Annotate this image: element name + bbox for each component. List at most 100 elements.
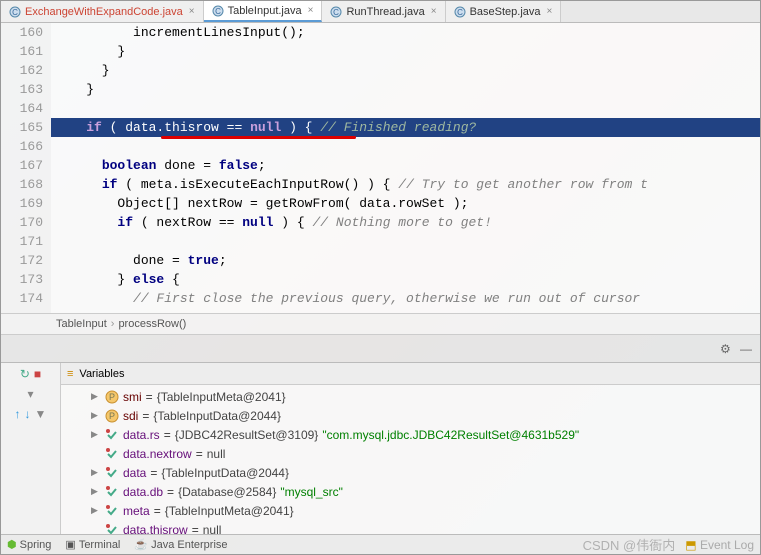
code-line [51,137,760,156]
watch-icon [105,447,119,461]
watermark: CSDN @伟衙内 [583,535,676,554]
var-value: {TableInputData@2044} [161,466,289,480]
var-string: "mysql_src" [280,485,343,499]
line-number: 165 [1,118,43,137]
param-icon: P [105,409,119,423]
watch-icon [105,428,119,442]
code-line [51,232,760,251]
settings-icon[interactable]: ⚙ [720,342,734,356]
line-number: 160 [1,23,43,42]
expand-arrow-icon[interactable]: ▶ [91,429,101,440]
equals: = [142,409,149,423]
variable-row[interactable]: ▶Psmi = {TableInputMeta@2041} [61,387,760,406]
variable-row[interactable]: data.thisrow = null [61,520,760,534]
var-value: null [203,523,222,535]
variables-tree[interactable]: ▶Psmi = {TableInputMeta@2041}▶Psdi = {Ta… [61,385,760,534]
code-line: Object[] nextRow = getRowFrom( data.rowS… [51,194,760,213]
breadcrumb-item[interactable]: TableInput [56,318,107,330]
stop-icon[interactable]: ■ [34,367,41,381]
var-name: data.rs [123,428,160,442]
minimize-icon[interactable]: — [740,342,754,356]
var-value: {Database@2584} [178,485,276,499]
editor-tabs: C ExchangeWithExpandCode.java × C TableInput… [1,1,760,23]
chevron-down-icon[interactable]: ▾ [27,387,33,401]
var-value: {JDBC42ResultSet@3109} [175,428,319,442]
close-icon[interactable]: × [308,5,314,16]
line-number: 166 [1,137,43,156]
variable-row[interactable]: ▶data = {TableInputData@2044} [61,463,760,482]
var-name: sdi [123,409,138,423]
breadcrumb: TableInput › processRow() [1,313,760,335]
terminal-icon: ▣ [65,538,75,551]
tool-spring[interactable]: ⬢Spring [7,538,51,551]
code-editor[interactable]: 1601611621631641651661671681691701711721… [1,23,760,313]
tab-label: ExchangeWithExpandCode.java [25,6,183,18]
annotation-underline [161,136,356,139]
var-name: meta [123,504,150,518]
panel-divider[interactable]: ⚙ — [1,335,760,363]
var-name: data.thisrow [123,523,188,535]
step-up-icon[interactable]: ↑ [15,407,21,421]
file-icon: C [212,5,224,17]
step-down-icon[interactable]: ↓ [25,407,31,421]
code-line-highlighted: if ( data.thisrow == null ) { // Finishe… [51,118,760,137]
editor-tab[interactable]: CBaseStep.java× [446,1,562,22]
svg-text:C: C [334,8,340,17]
expand-arrow-icon[interactable]: ▶ [91,505,101,516]
equals: = [146,390,153,404]
var-name: data.nextrow [123,447,192,461]
var-value: {TableInputData@2044} [153,409,281,423]
equals: = [150,466,157,480]
editor-tab[interactable]: C RunThread.java × [322,1,445,22]
var-name: data.db [123,485,163,499]
debug-variables: ≡ Variables ▶Psmi = {TableInputMeta@2041… [61,363,760,534]
file-icon: C [454,6,466,18]
equals: = [154,504,161,518]
expand-arrow-icon[interactable]: ▶ [91,391,101,402]
code-line: // First close the previous query, other… [51,289,760,308]
debug-panel: ↻ ■ ▾ ↑ ↓ ▼ ≡ Variables ▶Psmi = {TableIn… [1,363,760,534]
line-number: 162 [1,61,43,80]
code-line: } else { [51,270,760,289]
variable-row[interactable]: data.nextrow = null [61,444,760,463]
code-line: done = true; [51,251,760,270]
close-icon[interactable]: × [547,6,553,17]
line-number: 173 [1,270,43,289]
code-line: } [51,42,760,61]
svg-text:P: P [109,411,115,421]
svg-text:C: C [215,7,221,16]
debug-toolbar: ↻ ■ ▾ ↑ ↓ ▼ [1,363,61,534]
expand-arrow-icon[interactable]: ▶ [91,486,101,497]
breadcrumb-item[interactable]: processRow() [118,318,186,330]
expand-arrow-icon[interactable]: ▶ [91,467,101,478]
svg-text:C: C [12,8,18,17]
line-number: 174 [1,289,43,308]
editor-tab[interactable]: C TableInput.java × [204,1,323,22]
tool-java-enterprise[interactable]: ☕Java Enterprise [134,538,227,551]
tool-terminal[interactable]: ▣Terminal [65,538,120,551]
var-string: "com.mysql.jdbc.JDBC42ResultSet@4631b529… [322,428,579,442]
code-area[interactable]: incrementLinesInput(); } } } if ( data.t… [51,23,760,313]
expand-arrow-icon[interactable]: ▶ [91,410,101,421]
file-icon: C [330,6,342,18]
restart-icon[interactable]: ↻ [20,367,30,381]
chevron-right-icon: › [111,318,115,330]
variable-row[interactable]: ▶meta = {TableInputMeta@2041} [61,501,760,520]
editor-tab[interactable]: C ExchangeWithExpandCode.java × [1,1,204,22]
line-number: 169 [1,194,43,213]
tab-label: RunThread.java [346,6,424,18]
variable-row[interactable]: ▶data.db = {Database@2584} "mysql_src" [61,482,760,501]
close-icon[interactable]: × [431,6,437,17]
status-bar: ⬢Spring ▣Terminal ☕Java Enterprise CSDN … [1,534,760,554]
variables-icon: ≡ [67,368,73,380]
line-number: 170 [1,213,43,232]
file-icon: C [9,6,21,18]
watch-icon [105,466,119,480]
variable-row[interactable]: ▶data.rs = {JDBC42ResultSet@3109} "com.m… [61,425,760,444]
tab-label: TableInput.java [228,5,302,17]
close-icon[interactable]: × [189,6,195,17]
event-log[interactable]: ⬒ Event Log [685,538,754,552]
filter-icon[interactable]: ▼ [35,407,47,421]
variable-row[interactable]: ▶ Psdi = {TableInputData@2044} [61,406,760,425]
param-icon: P [105,390,119,404]
